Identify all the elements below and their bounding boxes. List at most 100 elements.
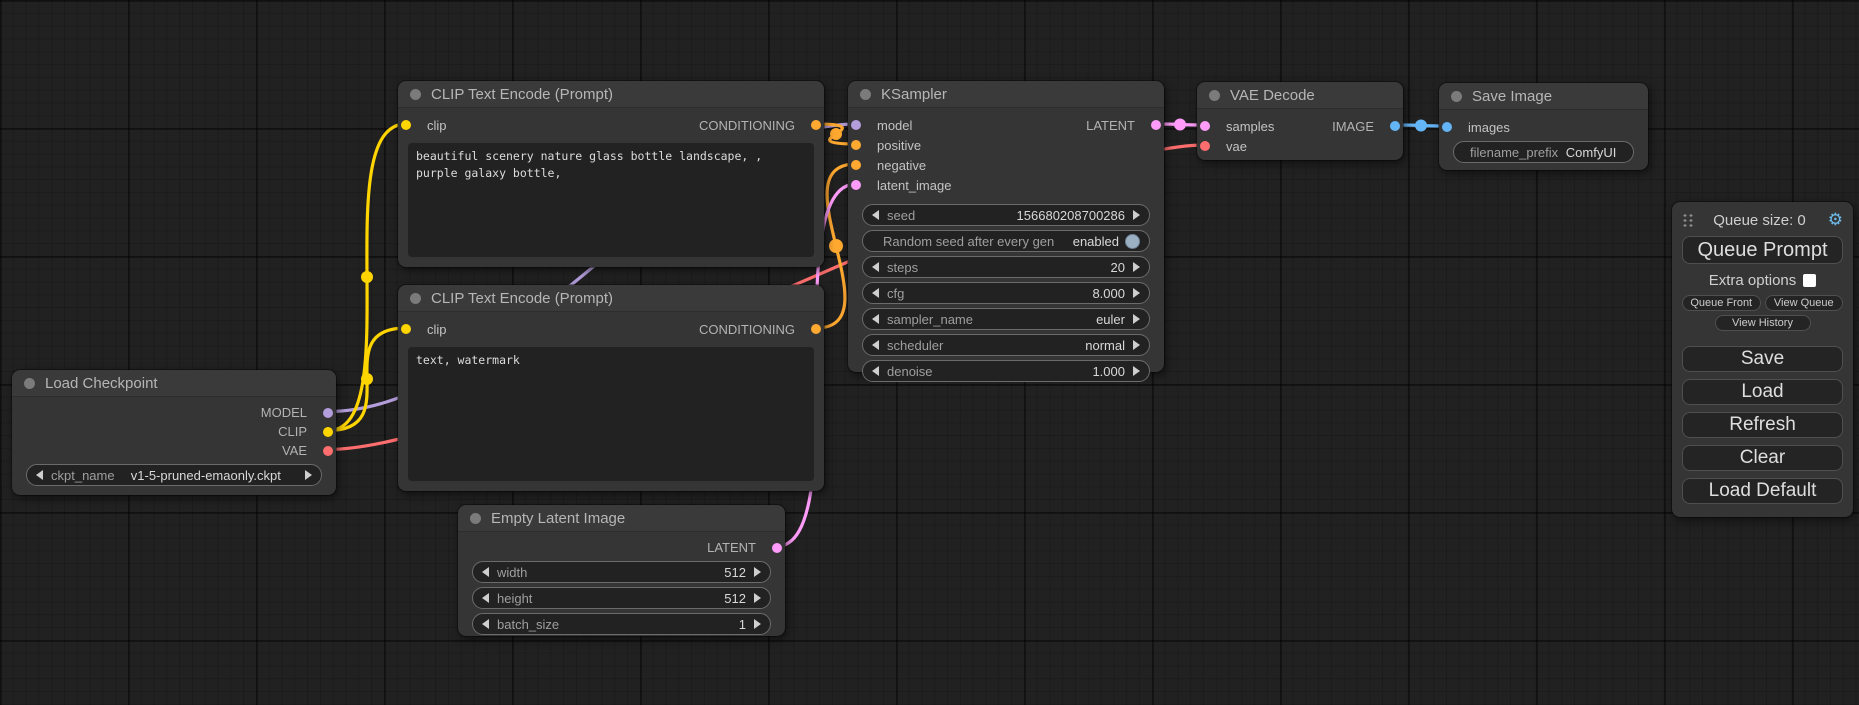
next-value-arrow-icon[interactable] [1133, 262, 1140, 272]
output-port-vae[interactable] [323, 446, 333, 456]
input-port-positive[interactable] [851, 140, 861, 150]
output-port-image[interactable] [1390, 121, 1400, 131]
input-port-clip[interactable] [401, 120, 411, 130]
view-history-button[interactable]: View History [1715, 315, 1811, 331]
denoise-widget[interactable]: denoise 1.000 [862, 360, 1150, 382]
next-value-arrow-icon[interactable] [1133, 210, 1140, 220]
node-title-bar[interactable]: CLIP Text Encode (Prompt) [398, 81, 824, 108]
input-port-negative[interactable] [851, 160, 861, 170]
queue-prompt-button[interactable]: Queue Prompt [1682, 236, 1843, 264]
input-port-clip[interactable] [401, 324, 411, 334]
output-port-conditioning[interactable] [811, 324, 821, 334]
save-button[interactable]: Save [1682, 346, 1843, 372]
node-vae-decode[interactable]: VAE Decode samples IMAGE vae [1197, 82, 1403, 160]
sampler-name-widget[interactable]: sampler_name euler [862, 308, 1150, 330]
width-widget[interactable]: width 512 [472, 561, 771, 583]
node-title-bar[interactable]: VAE Decode [1197, 82, 1403, 109]
input-port-vae[interactable] [1200, 141, 1210, 151]
node-load-checkpoint[interactable]: Load Checkpoint MODEL CLIP VAE ckpt_name… [12, 370, 336, 495]
link-midpoint-dot [361, 373, 373, 385]
next-value-arrow-icon[interactable] [305, 470, 312, 480]
prompt-textarea[interactable]: beautiful scenery nature glass bottle la… [408, 143, 814, 257]
output-label-latent: LATENT [1086, 118, 1135, 133]
prev-value-arrow-icon[interactable] [872, 210, 879, 220]
node-title-bar[interactable]: Load Checkpoint [12, 370, 336, 397]
queue-front-button[interactable]: Queue Front [1682, 295, 1761, 311]
next-value-arrow-icon[interactable] [1133, 366, 1140, 376]
widget-value: euler [1096, 312, 1125, 327]
prev-value-arrow-icon[interactable] [482, 567, 489, 577]
cfg-widget[interactable]: cfg 8.000 [862, 282, 1150, 304]
collapse-dot-icon[interactable] [1209, 90, 1220, 101]
collapse-dot-icon[interactable] [24, 378, 35, 389]
collapse-dot-icon[interactable] [410, 89, 421, 100]
next-value-arrow-icon[interactable] [1133, 314, 1140, 324]
node-clip-text-encode-positive[interactable]: CLIP Text Encode (Prompt) clip CONDITION… [398, 81, 824, 267]
seed-widget[interactable]: seed 156680208700286 [862, 204, 1150, 226]
filename-prefix-widget[interactable]: filename_prefix ComfyUI [1453, 141, 1634, 163]
node-ksampler[interactable]: KSampler model LATENT positive negative … [848, 81, 1164, 372]
clear-button[interactable]: Clear [1682, 445, 1843, 471]
input-port-samples[interactable] [1200, 121, 1210, 131]
input-label-samples: samples [1226, 119, 1274, 134]
prev-value-arrow-icon[interactable] [482, 619, 489, 629]
next-value-arrow-icon[interactable] [754, 619, 761, 629]
input-port-latent-image[interactable] [851, 180, 861, 190]
steps-widget[interactable]: steps 20 [862, 256, 1150, 278]
node-empty-latent-image[interactable]: Empty Latent Image LATENT width 512 heig… [458, 505, 785, 636]
input-label-latent-image: latent_image [877, 178, 951, 193]
height-widget[interactable]: height 512 [472, 587, 771, 609]
next-value-arrow-icon[interactable] [1133, 288, 1140, 298]
next-value-arrow-icon[interactable] [754, 567, 761, 577]
collapse-dot-icon[interactable] [1451, 91, 1462, 102]
prev-value-arrow-icon[interactable] [872, 262, 879, 272]
output-port-latent[interactable] [772, 543, 782, 553]
node-title-bar[interactable]: Empty Latent Image [458, 505, 785, 532]
node-title-bar[interactable]: CLIP Text Encode (Prompt) [398, 285, 824, 312]
scheduler-widget[interactable]: scheduler normal [862, 334, 1150, 356]
prev-value-arrow-icon[interactable] [872, 288, 879, 298]
widget-label: denoise [887, 364, 933, 379]
node-save-image[interactable]: Save Image images filename_prefix ComfyU… [1439, 83, 1648, 170]
node-title: VAE Decode [1230, 87, 1315, 104]
node-title-bar[interactable]: Save Image [1439, 83, 1648, 110]
refresh-button[interactable]: Refresh [1682, 412, 1843, 438]
prev-value-arrow-icon[interactable] [872, 314, 879, 324]
output-port-latent[interactable] [1151, 120, 1161, 130]
widget-value: 1 [739, 617, 746, 632]
drag-handle-icon[interactable] [1682, 213, 1694, 227]
extra-options-checkbox[interactable] [1803, 274, 1816, 287]
widget-label: steps [887, 260, 918, 275]
node-title: CLIP Text Encode (Prompt) [431, 290, 613, 307]
input-port-model[interactable] [851, 120, 861, 130]
collapse-dot-icon[interactable] [470, 513, 481, 524]
prev-value-arrow-icon[interactable] [872, 366, 879, 376]
prev-value-arrow-icon[interactable] [872, 340, 879, 350]
load-default-button[interactable]: Load Default [1682, 478, 1843, 504]
widget-value: 8.000 [1092, 286, 1125, 301]
node-title: KSampler [881, 86, 947, 103]
ckpt-name-widget[interactable]: ckpt_name v1-5-pruned-emaonly.ckpt [26, 464, 322, 486]
next-value-arrow-icon[interactable] [754, 593, 761, 603]
widget-value: 512 [724, 565, 746, 580]
prev-value-arrow-icon[interactable] [36, 470, 43, 480]
view-queue-button[interactable]: View Queue [1765, 295, 1844, 311]
node-title-bar[interactable]: KSampler [848, 81, 1164, 108]
toggle-on-icon[interactable] [1125, 234, 1140, 249]
load-button[interactable]: Load [1682, 379, 1843, 405]
node-clip-text-encode-negative[interactable]: CLIP Text Encode (Prompt) clip CONDITION… [398, 285, 824, 491]
input-port-images[interactable] [1442, 122, 1452, 132]
collapse-dot-icon[interactable] [410, 293, 421, 304]
batch-size-widget[interactable]: batch_size 1 [472, 613, 771, 635]
extra-options-label: Extra options [1709, 272, 1797, 289]
next-value-arrow-icon[interactable] [1133, 340, 1140, 350]
output-port-model[interactable] [323, 408, 333, 418]
settings-gear-icon[interactable] [1825, 211, 1843, 229]
output-port-clip[interactable] [323, 427, 333, 437]
collapse-dot-icon[interactable] [860, 89, 871, 100]
output-port-conditioning[interactable] [811, 120, 821, 130]
graph-canvas[interactable]: Load Checkpoint MODEL CLIP VAE ckpt_name… [0, 0, 1859, 705]
random-seed-toggle-widget[interactable]: Random seed after every gen enabled [862, 230, 1150, 252]
prev-value-arrow-icon[interactable] [482, 593, 489, 603]
prompt-textarea[interactable]: text, watermark [408, 347, 814, 481]
